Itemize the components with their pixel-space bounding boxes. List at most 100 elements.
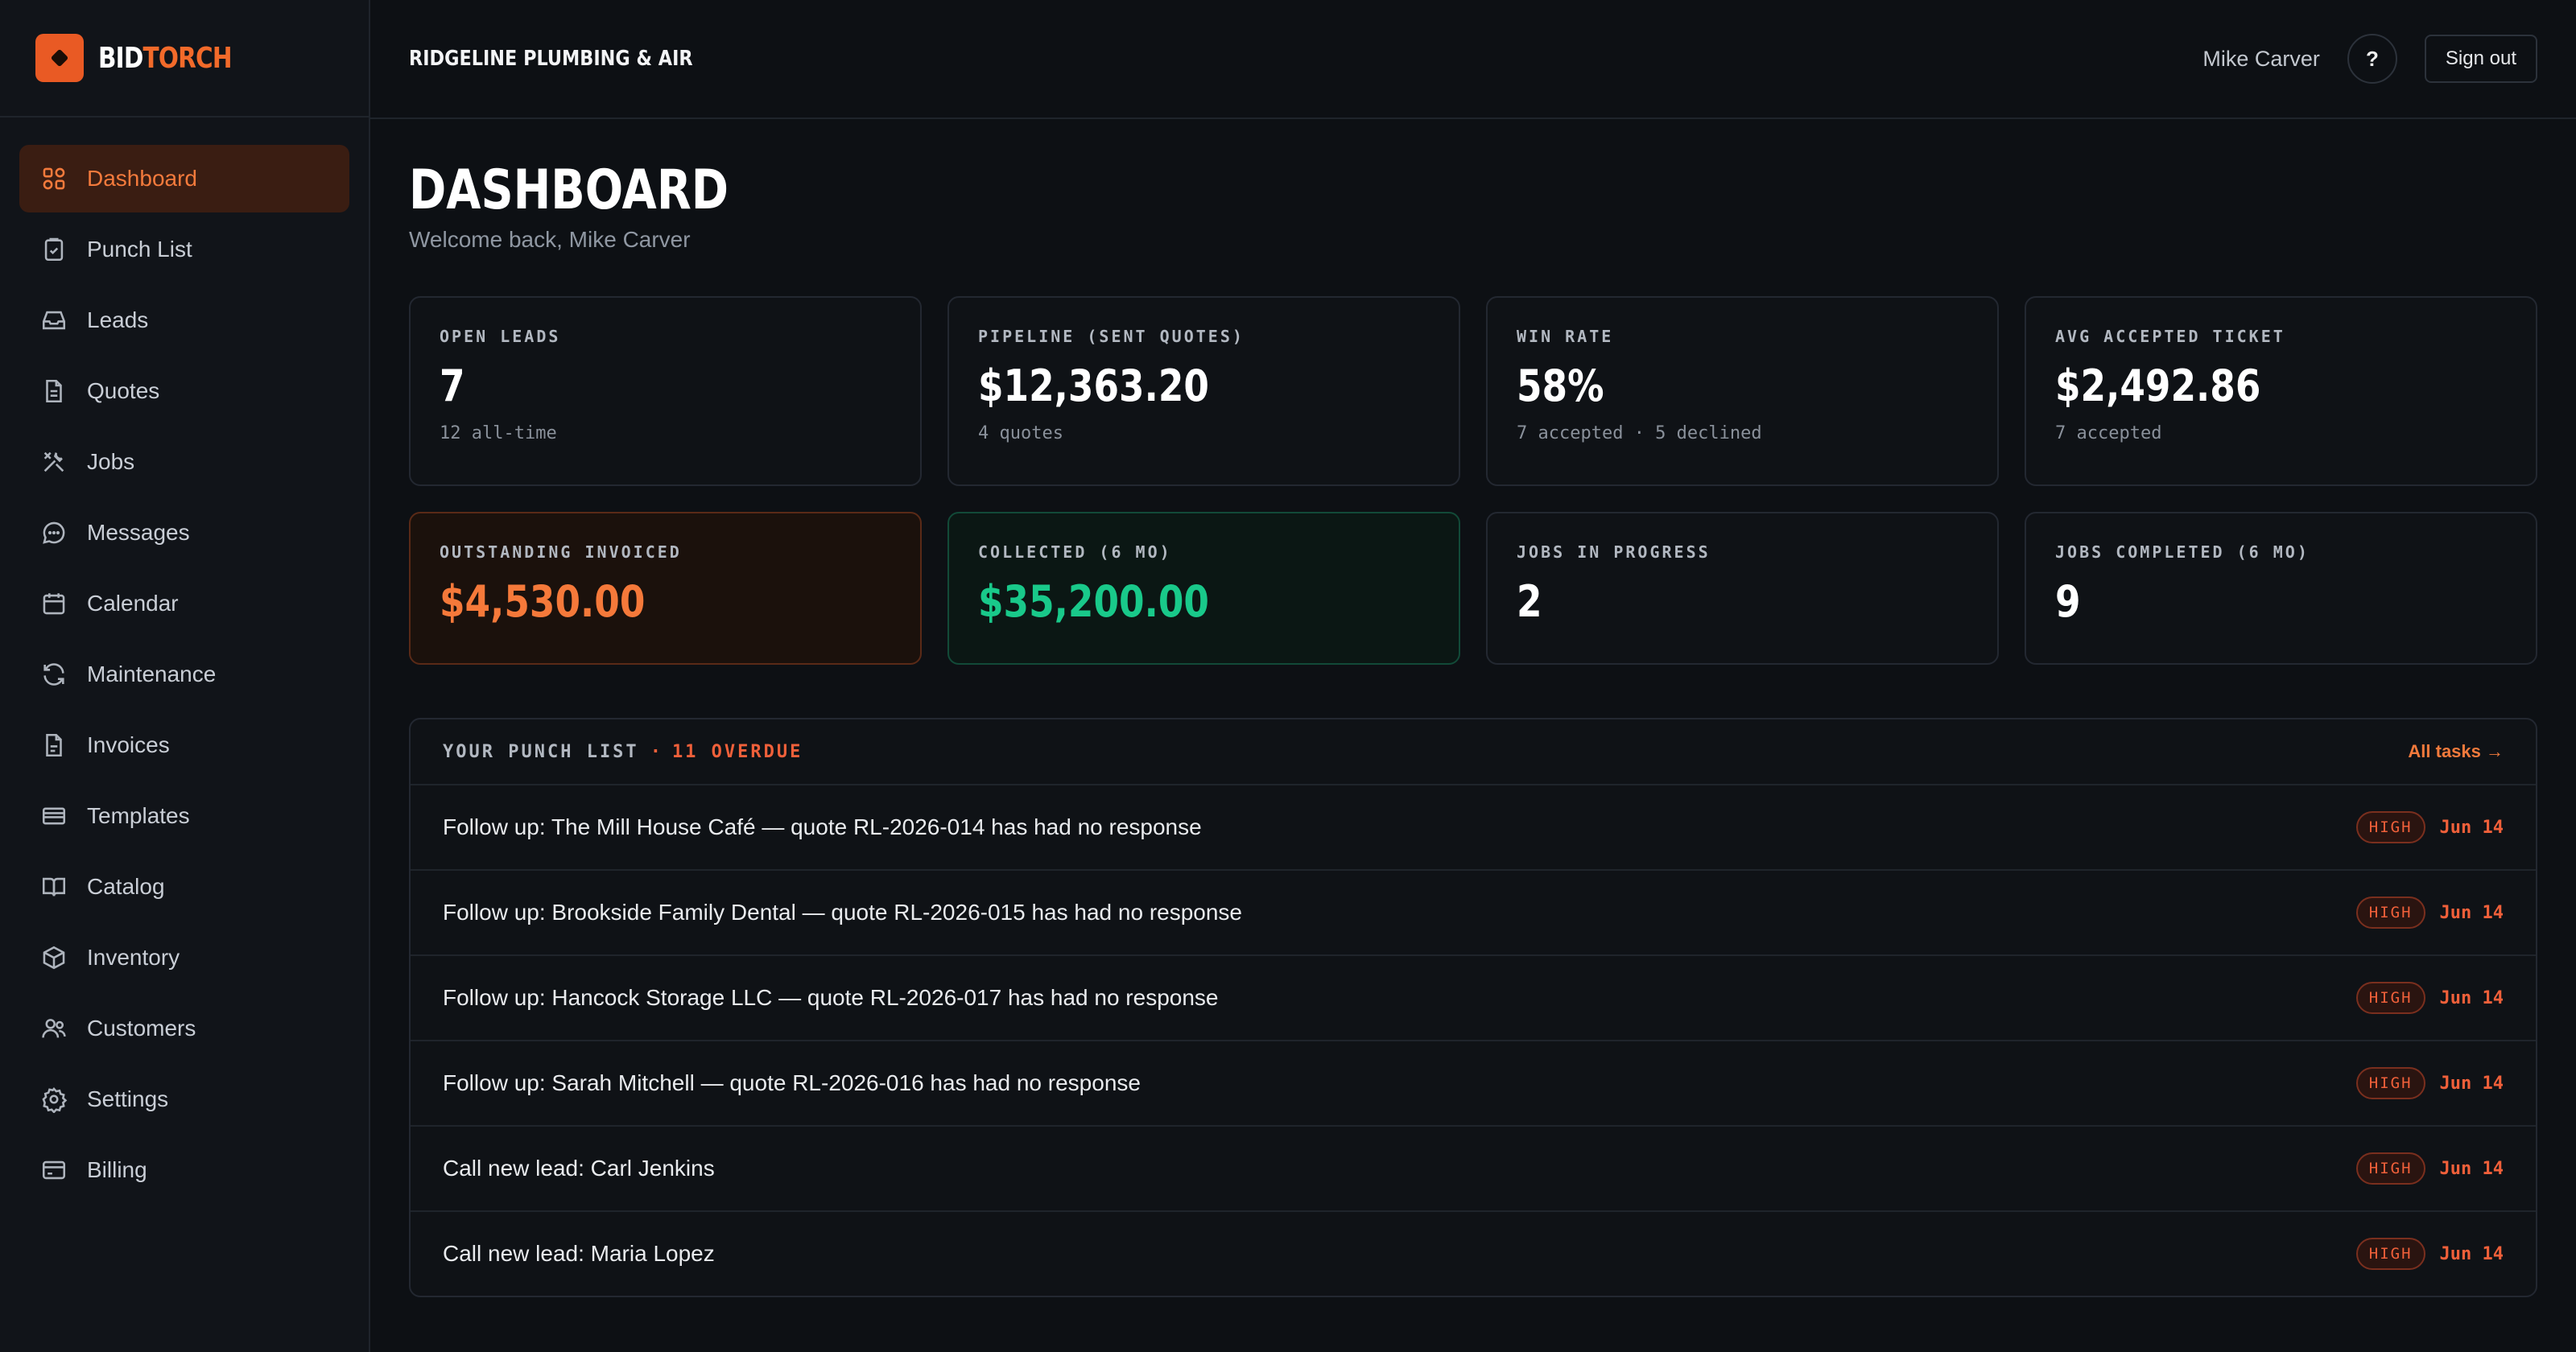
box-icon [40,944,68,971]
task-row[interactable]: Follow up: The Mill House Café — quote R… [411,785,2536,871]
stat-label: WIN RATE [1517,327,1614,346]
stat-value: $4,530.00 [440,576,646,627]
stat-label: OPEN LEADS [440,327,561,346]
priority-badge: HIGH [2355,1238,2425,1270]
stat-label: OUTSTANDING INVOICED [440,542,682,562]
priority-badge: HIGH [2355,897,2425,929]
sidebar-item-dashboard[interactable]: Dashboard [19,145,349,212]
punch-list-panel: YOUR PUNCH LIST · 11 OVERDUE All tasks →… [409,718,2537,1297]
stat-value: $12,363.20 [978,361,1209,411]
overdue-count: 11 OVERDUE [671,741,803,762]
sidebar-item-calendar[interactable]: Calendar [19,570,349,637]
sidebar-item-jobs[interactable]: Jobs [19,428,349,496]
priority-badge: HIGH [2355,982,2425,1014]
task-text: Follow up: Hancock Storage LLC — quote R… [443,985,1219,1010]
page-title: DASHBOARD [409,159,729,222]
sidebar-item-invoices[interactable]: Invoices [19,711,349,779]
sidebar-item-messages[interactable]: Messages [19,499,349,567]
stat-card-open-leads[interactable]: OPEN LEADS 7 12 all-time [409,296,922,486]
stat-subtext: 4 quotes [978,423,1063,443]
credit-card-icon [40,1156,68,1184]
stat-card-collected[interactable]: COLLECTED (6 MO) $35,200.00 [947,512,1460,665]
sidebar-item-leads[interactable]: Leads [19,286,349,354]
stat-label: PIPELINE (SENT QUOTES) [978,327,1245,346]
sidebar-nav: Dashboard Punch List Leads Quotes Jobs M… [0,117,369,1204]
task-row[interactable]: Follow up: Sarah Mitchell — quote RL-202… [411,1041,2536,1127]
stat-card-avg-ticket[interactable]: AVG ACCEPTED TICKET $2,492.86 7 accepted [2025,296,2537,486]
stat-value: 7 [440,361,465,411]
stat-value: 2 [1517,576,1542,627]
top-bar: RIDGELINE PLUMBING & AIR Mike Carver ? S… [370,0,2576,119]
sidebar-item-label: Leads [87,307,149,332]
sidebar-item-label: Invoices [87,732,170,757]
brand[interactable]: BIDTORCH [0,0,369,117]
inbox-icon [40,307,68,334]
sidebar-item-label: Punch List [87,237,192,262]
stat-label: JOBS COMPLETED (6 MO) [2055,542,2310,562]
stat-value: 58% [1517,361,1604,411]
sidebar-item-maintenance[interactable]: Maintenance [19,641,349,708]
help-button[interactable]: ? [2347,34,2397,84]
user-name[interactable]: Mike Carver [2202,47,2320,72]
sidebar-item-label: Dashboard [87,166,197,191]
priority-badge: HIGH [2355,811,2425,843]
sidebar-item-customers[interactable]: Customers [19,995,349,1062]
stat-card-jobs-in-progress[interactable]: JOBS IN PROGRESS 2 [1486,512,1999,665]
task-text: Follow up: Brookside Family Dental — quo… [443,900,1243,925]
all-tasks-link[interactable]: All tasks → [2408,741,2504,762]
task-text: Call new lead: Maria Lopez [443,1241,715,1266]
stats-grid: OPEN LEADS 7 12 all-time PIPELINE (SENT … [409,296,2537,665]
file-icon [40,732,68,759]
sidebar-item-catalog[interactable]: Catalog [19,853,349,921]
stat-value: 9 [2055,576,2081,627]
brand-name-part1: BID [98,41,143,75]
punch-list-separator: · [650,741,661,762]
template-icon [40,802,68,830]
sidebar-item-inventory[interactable]: Inventory [19,924,349,991]
clipboard-check-icon [40,236,68,263]
sidebar-item-label: Settings [87,1086,169,1111]
stat-card-pipeline[interactable]: PIPELINE (SENT QUOTES) $12,363.20 4 quot… [947,296,1460,486]
sidebar-item-billing[interactable]: Billing [19,1136,349,1204]
stat-label: COLLECTED (6 MO) [978,542,1172,562]
tools-icon [40,448,68,476]
sidebar-item-settings[interactable]: Settings [19,1066,349,1133]
sidebar-item-label: Billing [87,1157,147,1182]
task-row[interactable]: Call new lead: Carl Jenkins HIGH Jun 14 [411,1127,2536,1212]
stat-subtext: 7 accepted · 5 declined [1517,423,1762,443]
calendar-icon [40,590,68,617]
due-date: Jun 14 [2439,1243,2504,1264]
task-text: Follow up: Sarah Mitchell — quote RL-202… [443,1070,1141,1095]
chat-icon [40,519,68,546]
punch-list-header: YOUR PUNCH LIST · 11 OVERDUE All tasks → [411,719,2536,785]
logo-icon [35,34,84,82]
task-row[interactable]: Follow up: Hancock Storage LLC — quote R… [411,956,2536,1041]
gear-icon [40,1086,68,1113]
sidebar-item-quotes[interactable]: Quotes [19,357,349,425]
main-content: DASHBOARD Welcome back, Mike Carver OPEN… [409,119,2537,1297]
task-row[interactable]: Follow up: Brookside Family Dental — quo… [411,871,2536,956]
stat-card-win-rate[interactable]: WIN RATE 58% 7 accepted · 5 declined [1486,296,1999,486]
task-text: Call new lead: Carl Jenkins [443,1156,715,1181]
stat-subtext: 12 all-time [440,423,557,443]
stat-card-outstanding-invoiced[interactable]: OUTSTANDING INVOICED $4,530.00 [409,512,922,665]
stat-value: $35,200.00 [978,576,1209,627]
sidebar-item-label: Maintenance [87,662,217,686]
sidebar-item-label: Inventory [87,945,180,970]
priority-badge: HIGH [2355,1067,2425,1099]
stat-card-jobs-completed[interactable]: JOBS COMPLETED (6 MO) 9 [2025,512,2537,665]
company-name: RIDGELINE PLUMBING & AIR [409,47,693,71]
due-date: Jun 14 [2439,902,2504,923]
sidebar-item-label: Quotes [87,378,160,403]
sidebar-item-label: Templates [87,803,190,828]
sign-out-button[interactable]: Sign out [2424,35,2537,83]
sidebar-item-label: Customers [87,1016,196,1041]
due-date: Jun 14 [2439,987,2504,1008]
brand-name: BIDTORCH [98,41,233,75]
sidebar-item-label: Calendar [87,591,179,616]
sidebar-item-punch-list[interactable]: Punch List [19,216,349,283]
sidebar-item-label: Jobs [87,449,135,474]
task-row[interactable]: Call new lead: Maria Lopez HIGH Jun 14 [411,1212,2536,1296]
sidebar-item-templates[interactable]: Templates [19,782,349,850]
due-date: Jun 14 [2439,817,2504,838]
